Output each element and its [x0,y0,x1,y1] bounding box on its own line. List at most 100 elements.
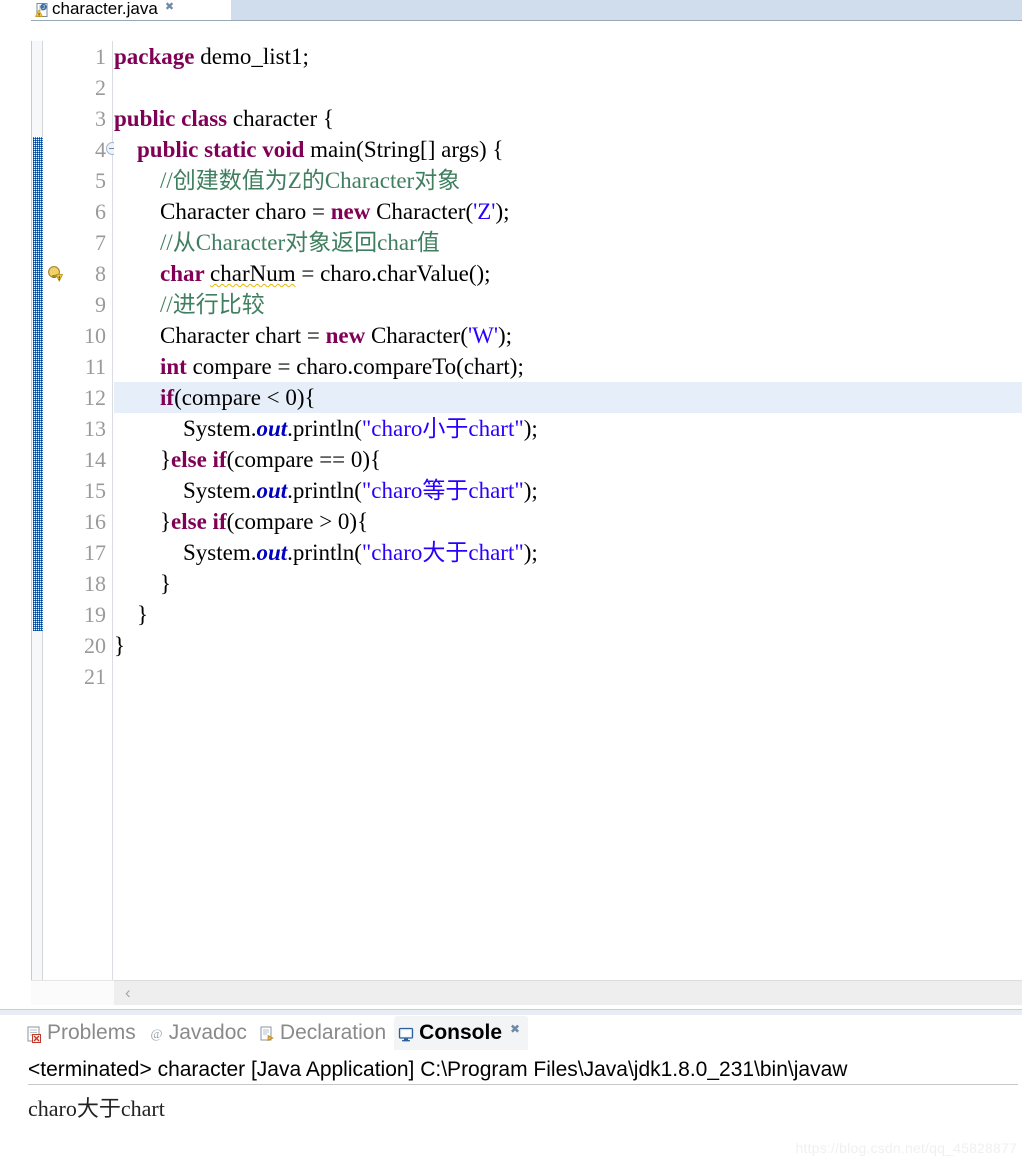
code-token: = charo.charValue(); [295,261,491,286]
code-token: Character charo = [114,199,331,224]
declaration-icon [259,1025,276,1042]
line-number: 19 [84,602,106,627]
editor-tab-label: character.java [52,0,158,18]
code-token: ); [495,199,510,224]
code-line[interactable]: public static void main(String[] args) { [114,134,1022,165]
line-number: 21 [84,664,106,689]
panel-sash[interactable] [0,1009,1022,1015]
code-token: out [256,416,288,441]
code-line[interactable]: //进行比较 [114,289,1022,320]
code-line[interactable]: if(compare < 0){ [114,382,1022,413]
code-token: main(String[] args) { [310,137,504,162]
code-token: //进行比较 [160,292,265,317]
close-icon[interactable]: ✖ [510,1022,520,1036]
code-line[interactable]: char charNum = charo.charValue(); [114,258,1022,289]
bottom-tab-javadoc[interactable]: @ Javadoc [144,1016,255,1050]
code-token: else if [171,447,227,472]
code-token: .println( [287,478,362,503]
code-token: 'Z' [473,199,496,224]
code-line[interactable]: System.out.println("charo等于chart"); [114,475,1022,506]
line-number: 11 [84,354,106,379]
code-token: demo_list1; [200,44,309,69]
code-token: Character( [376,199,474,224]
code-line[interactable]: //从Character对象返回char值 [114,227,1022,258]
code-token: "charo等于chart" [361,478,524,503]
code-line[interactable]: package demo_list1; [114,41,1022,72]
bottom-panel-tabrow: Problems @ Javadoc Declaration Console ✖ [22,1016,529,1050]
code-line[interactable]: //创建数值为Z的Character对象 [114,165,1022,196]
code-token: //创建数值为Z的Character对象 [160,168,461,193]
code-token: public class [114,106,233,131]
code-token: int [160,354,193,379]
line-number: 10 [84,323,106,348]
code-line[interactable]: public class character { [114,103,1022,134]
line-number: 16 [84,509,106,534]
line-number: 4 [62,134,119,165]
workbench-left-margin [0,0,31,1009]
scrollbar-left-pad [31,980,114,1005]
line-number: 1 [95,44,106,69]
console-launch-header: <terminated> character [Java Application… [28,1058,1018,1085]
code-token: //从Character对象返回char值 [160,230,440,255]
watermark: https://blog.csdn.net/qq_45828877 [795,1140,1017,1156]
code-token: out [256,540,288,565]
line-number: 15 [84,478,106,503]
code-line[interactable]: Character chart = new Character('W'); [114,320,1022,351]
scroll-left-chevron-icon[interactable]: ‹ [125,984,131,1002]
code-token: character { [232,106,334,131]
code-token: System. [114,478,257,503]
code-token: "charo小于chart" [361,416,524,441]
code-token: (compare > 0){ [226,509,369,534]
code-line[interactable]: int compare = charo.compareTo(chart); [114,351,1022,382]
code-line[interactable]: } [114,630,1022,661]
java-file-warning-icon: J [34,3,49,17]
method-range-indicator [33,137,43,631]
code-token: compare = charo.compareTo(chart); [192,354,524,379]
code-token: new [325,323,371,348]
code-token: } [114,571,172,596]
line-number: 12 [84,385,106,410]
editor-tab-character-java[interactable]: J character.java ✖ [31,0,231,20]
code-token: charNum [210,261,296,286]
code-token: char [160,261,211,286]
bottom-tab-problems[interactable]: Problems [22,1016,144,1050]
line-number: 2 [95,75,106,100]
code-text-area[interactable]: package demo_list1;public class characte… [114,41,1022,1001]
editor-horizontal-scrollbar[interactable]: ‹ [114,980,1022,1005]
code-line[interactable]: }else if(compare > 0){ [114,506,1022,537]
line-number-ruler: 1 2 3 4 5 6 7 8 9 10 11 12 13 14 15 16 17 18 19 20 21 [69,41,119,1001]
code-token: if [160,385,175,410]
method-range-indicator-track [31,41,43,1001]
close-icon[interactable]: ✖ [165,1,174,13]
java-source-editor[interactable]: 1 2 3 4 5 6 7 8 9 10 11 12 13 14 15 16 17 18 19 20 21 packag… [31,20,1022,1005]
line-number: 7 [95,230,106,255]
code-line[interactable]: } [114,599,1022,630]
bottom-tab-label: Declaration [279,1021,387,1044]
code-line[interactable]: } [114,568,1022,599]
bottom-tab-label: Javadoc [168,1021,247,1044]
code-token: ); [523,540,538,565]
code-token: (compare < 0){ [174,385,316,410]
code-line[interactable]: Character charo = new Character('Z'); [114,196,1022,227]
code-token: } [114,447,172,472]
line-number: 9 [95,292,106,317]
code-token: } [114,509,172,534]
code-line[interactable] [114,72,1022,103]
bottom-tab-console[interactable]: Console ✖ [394,1016,529,1050]
problems-icon [26,1025,43,1043]
code-token: System. [114,416,257,441]
line-number: 18 [84,571,106,596]
code-line[interactable]: System.out.println("charo小于chart"); [114,413,1022,444]
line-number: 17 [84,540,106,565]
code-line[interactable] [114,661,1022,692]
line-number: 14 [84,447,106,472]
editor-tabstrip: J character.java ✖ [31,0,1022,20]
code-token: 'W' [468,323,498,348]
code-line[interactable]: }else if(compare == 0){ [114,444,1022,475]
code-line[interactable]: System.out.println("charo大于chart"); [114,537,1022,568]
bottom-tab-declaration[interactable]: Declaration [255,1016,394,1050]
